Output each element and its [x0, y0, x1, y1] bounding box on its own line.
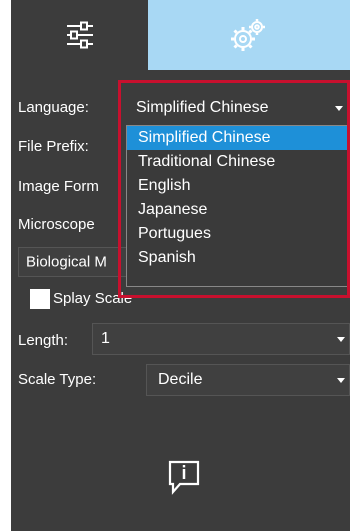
display-scale-checkbox[interactable] [30, 289, 50, 309]
language-option[interactable]: Portugues [127, 222, 348, 246]
language-option[interactable]: Japanese [127, 198, 348, 222]
sliders-icon [66, 21, 93, 49]
language-option[interactable]: Spanish [127, 246, 348, 270]
language-label: Language: [18, 99, 89, 116]
length-select[interactable]: 1 [92, 323, 350, 355]
tab-settings[interactable] [148, 0, 350, 70]
tab-adjustments[interactable] [11, 0, 148, 70]
language-option[interactable]: English [127, 174, 348, 198]
file-prefix-label: File Prefix: [18, 138, 89, 155]
scale-type-select[interactable]: Decile [146, 364, 350, 396]
language-option[interactable]: Simplified Chinese [127, 126, 348, 150]
info-button[interactable] [166, 458, 202, 498]
chevron-down-icon [335, 106, 343, 111]
microscope-select[interactable]: Biological M [18, 247, 138, 277]
settings-gear-icon [231, 19, 265, 51]
chevron-down-icon [337, 378, 345, 383]
info-speech-bubble-icon [168, 460, 200, 495]
microscope-select-value: Biological M [26, 253, 107, 271]
language-option[interactable]: Traditional Chinese [127, 150, 348, 174]
scale-type-label: Scale Type: [18, 371, 97, 388]
chevron-down-icon [337, 337, 345, 342]
display-scale-label: Splay Scale [53, 290, 133, 307]
length-select-value: 1 [101, 330, 110, 347]
length-label: Length: [18, 332, 69, 349]
language-select-value: Simplified Chinese [136, 99, 269, 116]
image-format-label: Image Form [18, 178, 99, 195]
microscope-label: Microscope [18, 216, 95, 233]
language-select[interactable]: Simplified Chinese [126, 94, 350, 122]
scale-type-select-value: Decile [158, 371, 203, 388]
language-dropdown-list: Simplified Chinese Traditional Chinese E… [126, 125, 349, 287]
